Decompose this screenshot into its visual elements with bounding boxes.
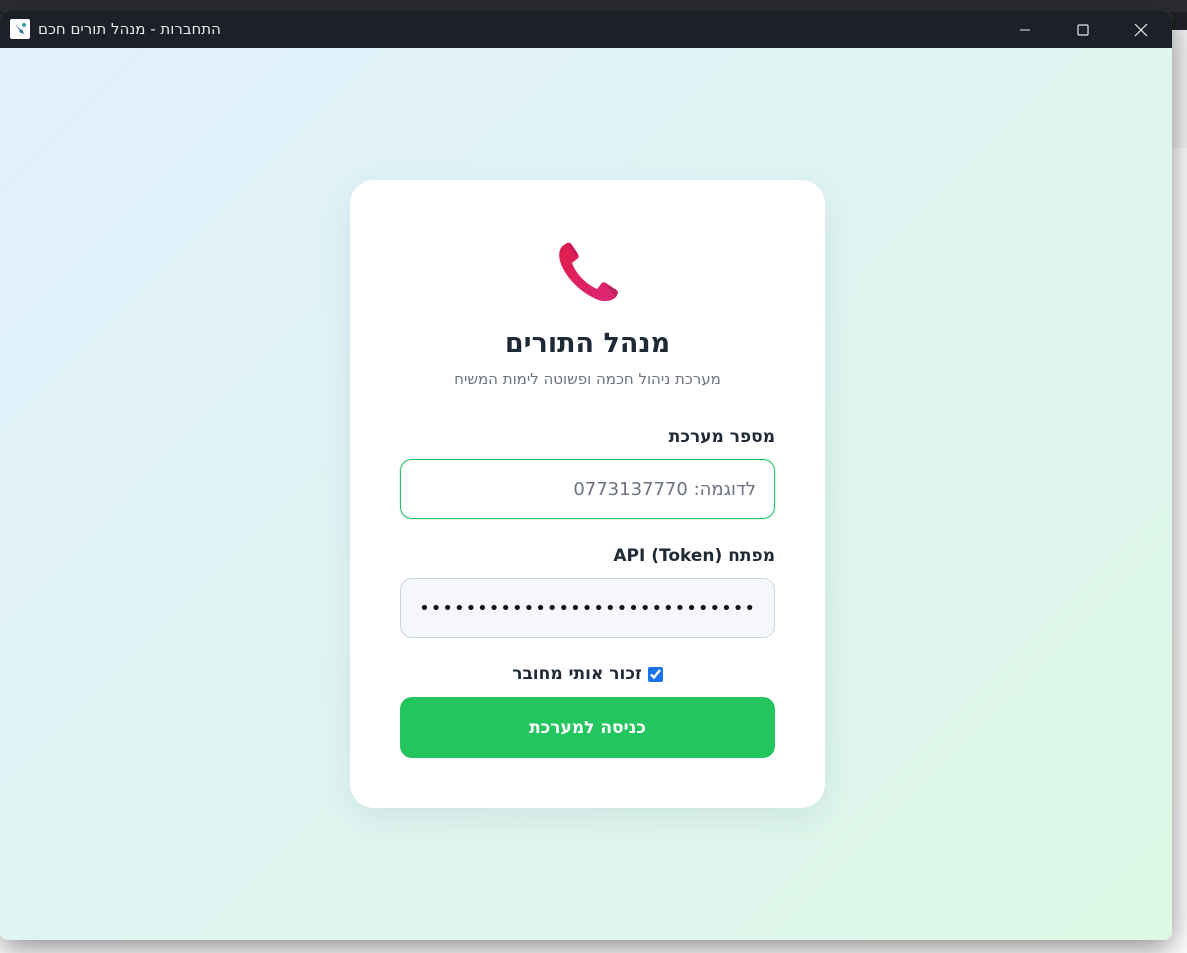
remember-me-label: זכור אותי מחובר (512, 664, 642, 684)
page-title: מנהל התורים (504, 328, 671, 359)
login-button[interactable]: כניסה למערכת (400, 697, 775, 758)
login-background: מנהל התורים מערכת ניהול חכמה ופשוטה לימו… (0, 48, 1172, 940)
api-token-input[interactable] (400, 578, 775, 638)
maximize-button[interactable] (1054, 11, 1112, 48)
login-window: התחברות - מנהל תורים חכם מנהל התורים מער… (0, 11, 1172, 940)
phone-receiver-icon (559, 242, 618, 302)
title-bar: התחברות - מנהל תורים חכם (0, 11, 1172, 48)
api-token-label: מפתח API (Token) (613, 546, 775, 566)
remember-me[interactable]: זכור אותי מחובר (350, 664, 825, 684)
system-number-label: מספר מערכת (668, 427, 775, 447)
remember-me-checkbox[interactable] (647, 666, 663, 682)
system-number-input[interactable] (400, 459, 775, 519)
maximize-icon (1077, 23, 1089, 36)
background-app-panel (1172, 30, 1187, 148)
close-icon (1134, 23, 1148, 36)
minimize-button[interactable] (996, 11, 1054, 48)
window-title: התחברות - מנהל תורים חכם (38, 20, 221, 38)
login-card: מנהל התורים מערכת ניהול חכמה ופשוטה לימו… (350, 180, 825, 808)
app-icon (10, 19, 30, 39)
background-app-content (1172, 148, 1187, 888)
close-button[interactable] (1112, 11, 1170, 48)
page-subtitle: מערכת ניהול חכמה ופשוטה לימות המשיח (454, 370, 721, 388)
minimize-icon (1020, 29, 1030, 30)
